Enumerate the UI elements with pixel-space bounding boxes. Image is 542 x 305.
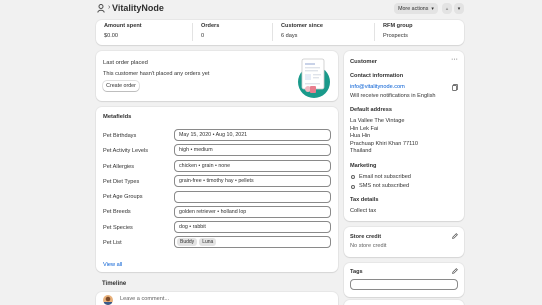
address-line: Thailand xyxy=(350,148,372,154)
metafield-pet-breeds-input[interactable]: golden retriever • holland lop xyxy=(174,206,331,218)
metafield-pet-birthdays-input[interactable]: May 15, 2020 • Aug 10, 2021 xyxy=(174,129,331,141)
stat-amount-spent: Amount spent $0.00 xyxy=(104,23,142,39)
comment-input[interactable]: Leave a comment... xyxy=(120,296,169,302)
no-orders-message: This customer hasn't placed any orders y… xyxy=(103,71,210,77)
more-actions-button[interactable]: More actions ▾ xyxy=(394,3,438,14)
metafield-label: Pet Diet Types xyxy=(103,179,140,185)
sms-marketing-status-icon xyxy=(351,185,355,189)
store-credit-title: Store credit xyxy=(350,234,382,240)
stat-divider xyxy=(374,23,375,41)
edit-icon[interactable] xyxy=(452,233,458,239)
email-marketing-status: Email not subscribed xyxy=(359,174,411,180)
metafield-pet-age-groups-input[interactable] xyxy=(174,191,331,203)
address-line: Hua Hin xyxy=(350,133,371,139)
marketing-heading: Marketing xyxy=(350,163,377,169)
pet-list-chip: Buddy xyxy=(177,238,198,246)
stat-divider xyxy=(192,23,193,41)
chevron-down-icon: ▾ xyxy=(431,5,434,12)
email-marketing-status-icon xyxy=(351,175,355,179)
customer-icon xyxy=(97,4,105,13)
stat-customer-since: Customer since 6 days xyxy=(281,23,323,39)
last-order-title: Last order placed xyxy=(103,60,148,66)
metafield-pet-diet-types-input[interactable]: grain-free • timothy hay • pellets xyxy=(174,175,331,187)
customer-title: Customer xyxy=(350,59,378,65)
breadcrumb-chevron-icon[interactable]: › xyxy=(108,4,110,11)
last-order-card: Last order placed This customer hasn't p… xyxy=(96,51,338,101)
metafield-pet-species-input[interactable]: dog • rabbit xyxy=(174,221,331,233)
stat-rfm-group: RFM group Prospects xyxy=(383,23,413,39)
metafield-label: Pet List xyxy=(103,240,122,246)
next-customer-button[interactable]: ▾ xyxy=(454,3,464,14)
previous-customer-button[interactable]: ▴ xyxy=(442,3,452,14)
header: › VitalityNode More actions ▾ ▴ ▾ xyxy=(0,0,542,18)
pet-list-chip: Luna xyxy=(199,238,217,246)
address-heading: Default address xyxy=(350,107,392,113)
metafield-label: Pet Birthdays xyxy=(103,133,137,139)
next-sidebar-card xyxy=(344,300,464,305)
address-line: Prachuap Khiri Khan 77110 xyxy=(350,141,419,147)
metafield-pet-allergies-input[interactable]: chicken • grain • none xyxy=(174,160,331,172)
avatar xyxy=(103,295,113,305)
chevron-down-icon: ▾ xyxy=(457,5,461,12)
contact-heading: Contact information xyxy=(350,73,404,79)
sms-marketing-status: SMS not subscribed xyxy=(359,183,410,189)
metafield-label: Pet Activity Levels xyxy=(103,148,149,154)
tags-title: Tags xyxy=(350,269,363,275)
notifications-language: Will receive notifications in English xyxy=(350,93,436,99)
store-credit-card: Store credit No store credit xyxy=(344,227,464,257)
metafield-label: Pet Allergies xyxy=(103,164,135,170)
metafields-title: Metafields xyxy=(103,114,132,120)
store-credit-value: No store credit xyxy=(350,243,387,249)
create-order-button[interactable]: Create order xyxy=(103,81,139,91)
stat-orders: Orders 0 xyxy=(201,23,220,39)
chevron-up-icon: ▴ xyxy=(445,5,449,12)
metafield-pet-activity-levels-input[interactable]: high • medium xyxy=(174,144,331,156)
view-all-link[interactable]: View all xyxy=(103,262,122,268)
metafield-label: Pet Breeds xyxy=(103,209,131,215)
customer-card: Customer ··· Contact information info@vi… xyxy=(344,51,464,221)
tags-card: Tags xyxy=(344,263,464,297)
customer-stats-card: Amount spent $0.00 Orders 0 Customer sin… xyxy=(96,20,464,45)
metafield-pet-list-input[interactable]: Buddy Luna xyxy=(174,236,331,248)
address-line: La Vallee The Vintage xyxy=(350,118,405,124)
tags-input[interactable] xyxy=(350,279,458,290)
more-actions-label: More actions xyxy=(398,5,429,12)
tax-value: Collect tax xyxy=(350,208,377,214)
customer-email-link[interactable]: info@vitalitynode.com xyxy=(350,84,405,90)
timeline-title: Timeline xyxy=(102,281,127,287)
copy-icon[interactable] xyxy=(452,84,458,91)
empty-orders-illustration xyxy=(294,56,332,98)
timeline-comment-card: Leave a comment... xyxy=(96,292,338,305)
metafield-label: Pet Species xyxy=(103,225,133,231)
stat-divider xyxy=(272,23,273,41)
more-options-icon[interactable]: ··· xyxy=(451,56,458,63)
metafields-card: Metafields Pet Birthdays May 15, 2020 • … xyxy=(96,107,338,272)
tax-heading: Tax details xyxy=(350,197,379,203)
address-line: Hin Lek Fai xyxy=(350,126,379,132)
edit-icon[interactable] xyxy=(452,268,458,274)
page-title: VitalityNode xyxy=(112,3,164,13)
metafield-label: Pet Age Groups xyxy=(103,194,143,200)
